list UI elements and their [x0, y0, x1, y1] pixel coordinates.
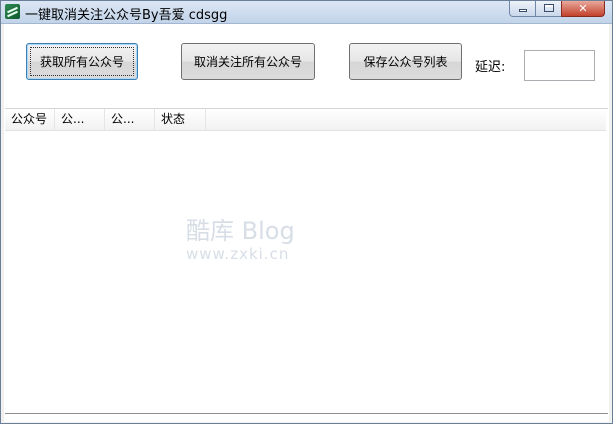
- app-icon: [5, 4, 20, 19]
- close-button[interactable]: ✕: [561, 1, 605, 17]
- fetch-all-accounts-button[interactable]: 获取所有公众号: [26, 43, 138, 80]
- app-window: 一键取消关注公众号By吾爱 cdsgg ✕ 获取所有公众号 取消关注所有公众号 …: [0, 0, 613, 424]
- column-header-account[interactable]: 公众号: [5, 109, 55, 130]
- column-header-status[interactable]: 状态: [155, 109, 206, 130]
- account-list[interactable]: 公众号 公... 公... 状态: [5, 108, 608, 414]
- delay-input[interactable]: [524, 50, 595, 81]
- column-header-2[interactable]: 公...: [55, 109, 105, 130]
- save-account-list-button[interactable]: 保存公众号列表: [349, 43, 462, 80]
- client-area: 获取所有公众号 取消关注所有公众号 保存公众号列表 延迟: 公众号 公... 公…: [4, 24, 609, 422]
- unfollow-all-accounts-button[interactable]: 取消关注所有公众号: [181, 43, 315, 80]
- list-header: 公众号 公... 公... 状态: [5, 109, 606, 131]
- delay-label: 延迟:: [475, 60, 506, 75]
- maximize-icon: [544, 4, 554, 12]
- list-body[interactable]: [5, 131, 606, 413]
- minimize-button[interactable]: [509, 1, 536, 17]
- column-header-3[interactable]: 公...: [105, 109, 155, 130]
- maximize-button[interactable]: [535, 1, 562, 17]
- window-title: 一键取消关注公众号By吾爱 cdsgg: [25, 8, 228, 23]
- title-bar[interactable]: 一键取消关注公众号By吾爱 cdsgg ✕: [1, 1, 612, 24]
- close-icon: ✕: [578, 2, 588, 15]
- minimize-icon: [519, 9, 527, 12]
